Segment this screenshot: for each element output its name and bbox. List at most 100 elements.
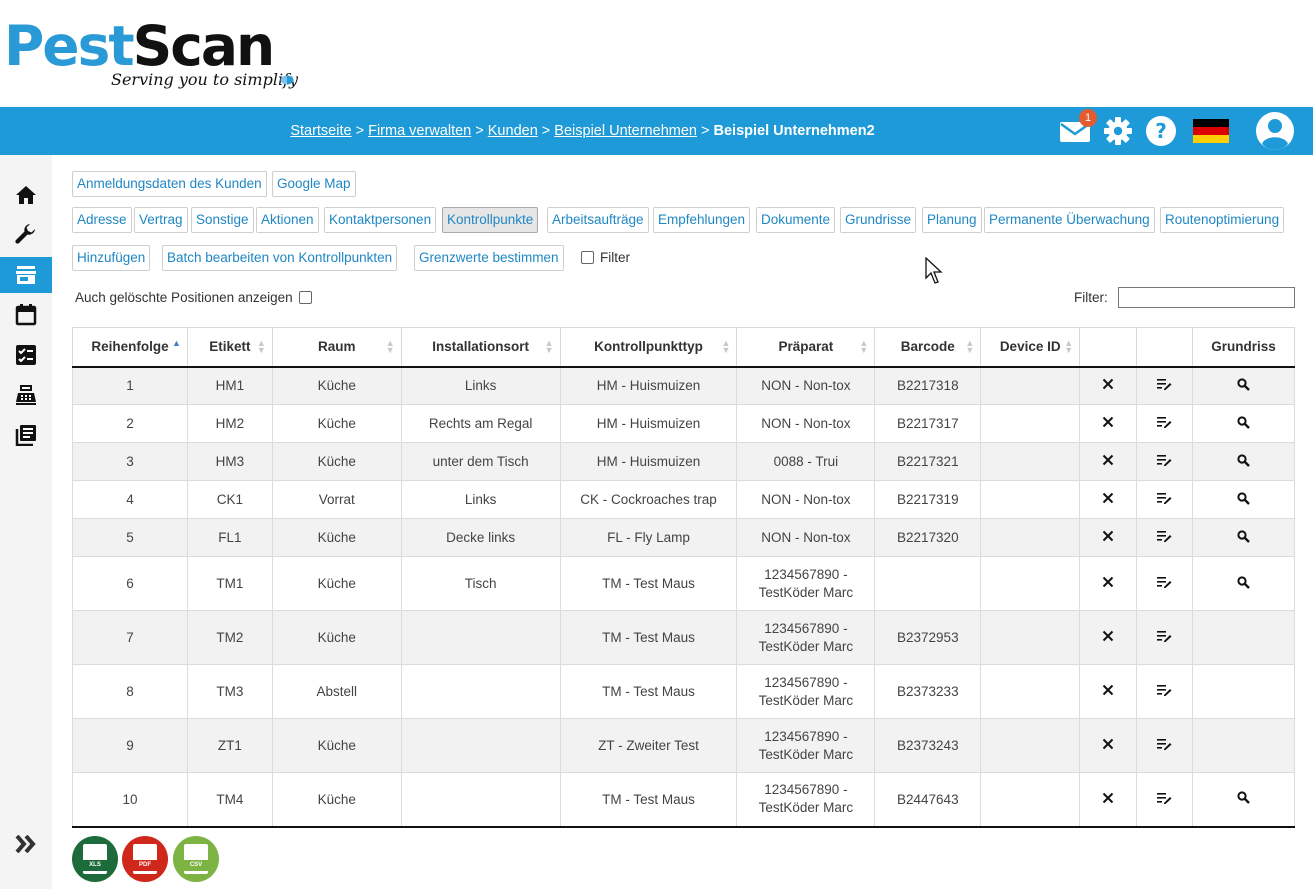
export-pdf-button[interactable]: PDF [122, 836, 168, 882]
breadcrumb-link-kunden[interactable]: Kunden [488, 123, 538, 139]
col-header-device-id[interactable]: Device ID ▲ ▼ [980, 327, 1081, 368]
sidebar-expand-button[interactable] [0, 826, 52, 862]
table-row[interactable]: 7 TM2 Küche TM - Test Maus 1234567890 - TestK… [72, 610, 1295, 665]
export-csv-button[interactable]: CSV [173, 836, 219, 882]
edit-icon[interactable] [1157, 530, 1172, 542]
tab-empfehlungen[interactable]: Empfehlungen [653, 207, 751, 233]
breadcrumb-link-firma[interactable]: Firma verwalten [368, 123, 471, 139]
sidebar-item-home[interactable] [0, 177, 52, 213]
sidebar-item-service[interactable] [0, 217, 52, 253]
show-deleted-toggle[interactable]: Auch gelöschte Positionen anzeigen [75, 290, 312, 305]
cell-floorplan[interactable] [1192, 772, 1295, 828]
magnifier-icon[interactable] [1237, 529, 1250, 543]
col-header-reihenfolge[interactable]: Reihenfolge ▲ [72, 327, 188, 368]
magnifier-icon[interactable] [1237, 415, 1250, 429]
tab-vertrag[interactable]: Vertrag [134, 207, 188, 233]
cell-delete[interactable] [1079, 718, 1138, 773]
table-row[interactable]: 5 FL1 Küche Decke links FL - Fly Lamp NON - N… [72, 518, 1295, 557]
cell-delete[interactable] [1079, 772, 1138, 828]
tab-grundrisse[interactable]: Grundrisse [840, 207, 917, 233]
col-header-raum[interactable]: Raum ▲ ▼ [271, 327, 402, 368]
table-row[interactable]: 1 HM1 Küche Links HM - Huismuizen NON - Non-t… [72, 366, 1295, 405]
tab-aktionen[interactable]: Aktionen [256, 207, 319, 233]
table-row[interactable]: 9 ZT1 Küche ZT - Zweiter Test 1234567890 - Te… [72, 718, 1295, 773]
table-row[interactable]: 4 CK1 Vorrat Links CK - Cockroaches trap NON … [72, 480, 1295, 519]
table-row[interactable]: 3 HM3 Küche unter dem Tisch HM - Huismuizen 0… [72, 442, 1295, 481]
delete-icon[interactable] [1102, 492, 1114, 504]
tab-kontrollpunkte[interactable]: Kontrollpunkte [442, 207, 539, 233]
mail-button[interactable]: 1 [1059, 109, 1097, 145]
magnifier-icon[interactable] [1237, 491, 1250, 505]
tab-permanente-ueberwachung[interactable]: Permanente Überwachung [984, 207, 1155, 233]
edit-icon[interactable] [1157, 378, 1172, 391]
col-header-etikett[interactable]: Etikett ▲ ▼ [186, 327, 273, 368]
tab-adresse[interactable]: Adresse [72, 207, 132, 233]
cell-floorplan[interactable] [1192, 556, 1295, 611]
delete-icon[interactable] [1102, 684, 1114, 696]
sidebar-item-tasks[interactable] [0, 337, 52, 373]
col-header-installationsort[interactable]: Installationsort ▲ ▼ [400, 327, 561, 368]
table-row[interactable]: 2 HM2 Küche Rechts am Regal HM - Huismuizen N… [72, 404, 1295, 443]
delete-icon[interactable] [1102, 738, 1114, 750]
delete-icon[interactable] [1102, 576, 1114, 588]
sidebar-item-billing[interactable] [0, 377, 52, 413]
edit-icon[interactable] [1157, 576, 1172, 588]
edit-icon[interactable] [1157, 416, 1172, 428]
table-filter-input[interactable] [1118, 287, 1295, 308]
cell-delete[interactable] [1079, 518, 1138, 557]
cell-delete[interactable] [1079, 610, 1138, 665]
cell-edit[interactable] [1136, 718, 1193, 773]
cell-edit[interactable] [1136, 442, 1193, 481]
export-xls-button[interactable]: XLS [72, 836, 118, 882]
cell-floorplan[interactable] [1192, 442, 1295, 481]
col-header-praeparat[interactable]: Präparat ▲ ▼ [736, 327, 876, 368]
help-icon[interactable]: ? [1145, 115, 1177, 147]
table-row[interactable]: 8 TM3 Abstell TM - Test Maus 1234567890 - Tes… [72, 664, 1295, 719]
cell-floorplan[interactable] [1192, 518, 1295, 557]
edit-icon[interactable] [1157, 492, 1172, 504]
table-row[interactable]: 6 TM1 Küche Tisch TM - Test Maus 1234567890 -… [72, 556, 1295, 611]
cell-floorplan[interactable] [1192, 404, 1295, 443]
magnifier-icon[interactable] [1237, 378, 1250, 391]
cell-delete[interactable] [1079, 556, 1138, 611]
show-deleted-checkbox[interactable] [298, 291, 312, 304]
sidebar-item-customers[interactable] [0, 257, 52, 293]
tab-arbeitsauftraege[interactable]: Arbeitsaufträge [547, 207, 649, 233]
edit-icon[interactable] [1157, 684, 1172, 696]
customer-login-button[interactable]: Anmeldungsdaten des Kunden [72, 171, 267, 197]
cell-floorplan[interactable] [1192, 366, 1295, 405]
sidebar-item-library[interactable] [0, 417, 52, 453]
pestscan-logo[interactable]: PestScan [4, 14, 275, 78]
tab-planung[interactable]: Planung [922, 207, 982, 233]
sidebar-item-calendar[interactable] [0, 297, 52, 333]
filter-toggle[interactable]: Filter [581, 250, 630, 265]
batch-edit-button[interactable]: Batch bearbeiten von Kontrollpunkten [162, 245, 398, 271]
magnifier-icon[interactable] [1237, 453, 1250, 467]
tab-sonstige[interactable]: Sonstige [191, 207, 254, 233]
cell-edit[interactable] [1136, 366, 1193, 405]
cell-edit[interactable] [1136, 772, 1193, 828]
edit-icon[interactable] [1157, 630, 1172, 642]
cell-delete[interactable] [1079, 442, 1138, 481]
cell-edit[interactable] [1136, 404, 1193, 443]
edit-icon[interactable] [1157, 738, 1172, 750]
tab-dokumente[interactable]: Dokumente [756, 207, 836, 233]
cell-delete[interactable] [1079, 366, 1138, 405]
delete-icon[interactable] [1102, 416, 1114, 428]
tab-routenoptimierung[interactable]: Routenoptimierung [1160, 207, 1285, 233]
table-row[interactable]: 10 TM4 Küche TM - Test Maus 1234567890 - Test… [72, 772, 1295, 828]
edit-icon[interactable] [1157, 454, 1172, 466]
magnifier-icon[interactable] [1237, 575, 1250, 589]
gear-icon[interactable] [1103, 116, 1133, 146]
cell-delete[interactable] [1079, 480, 1138, 519]
cell-edit[interactable] [1136, 556, 1193, 611]
breadcrumb-link-startseite[interactable]: Startseite [290, 123, 351, 139]
cell-edit[interactable] [1136, 480, 1193, 519]
add-button[interactable]: Hinzufügen [72, 245, 151, 271]
breadcrumb-link-unternehmen[interactable]: Beispiel Unternehmen [554, 123, 697, 139]
cell-floorplan[interactable] [1192, 480, 1295, 519]
cell-edit[interactable] [1136, 610, 1193, 665]
delete-icon[interactable] [1102, 454, 1114, 466]
cell-edit[interactable] [1136, 664, 1193, 719]
col-header-kontrollpunkttyp[interactable]: Kontrollpunkttyp ▲ ▼ [559, 327, 738, 368]
